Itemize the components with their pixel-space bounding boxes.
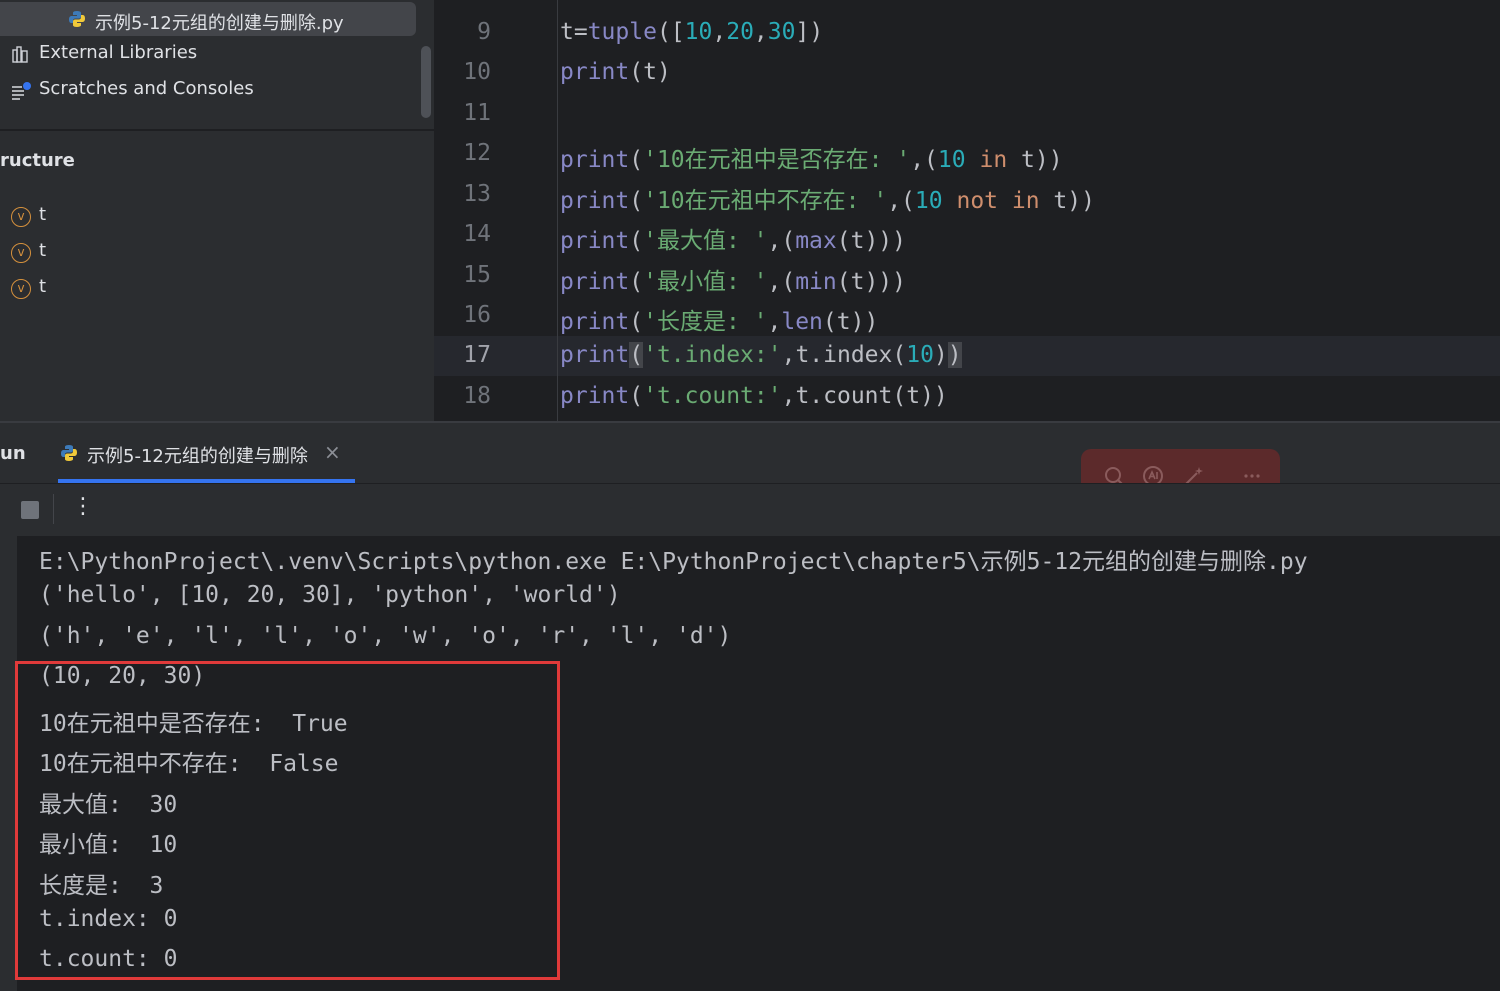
toolbar-divider <box>53 494 54 524</box>
code-line[interactable]: 10 print(t) <box>434 53 1500 93</box>
console-line: E:\PythonProject\.venv\Scripts\python.ex… <box>39 549 1308 575</box>
more-options-icon[interactable]: ⋮ <box>72 494 94 519</box>
project-scrollbar[interactable] <box>421 46 431 118</box>
code-line[interactable]: 16 print('长度是: ',len(t)) <box>434 296 1500 336</box>
line-number: 13 <box>463 181 491 207</box>
highlight-box <box>15 661 560 980</box>
code-text: print(t) <box>560 59 671 85</box>
python-file-icon <box>69 11 85 27</box>
line-number: 11 <box>463 100 491 126</box>
code-text: print('最小值: ',(min(t))) <box>560 269 906 295</box>
scratches-icon <box>12 82 31 100</box>
code-line[interactable]: 14 print('最大值: ',(max(t))) <box>434 215 1500 255</box>
structure-item-label: t <box>39 204 47 225</box>
structure-title: ructure <box>0 150 75 171</box>
library-icon <box>12 46 28 63</box>
line-number: 18 <box>463 383 491 409</box>
run-toolbar: ⋮ <box>0 483 1500 536</box>
variable-icon: v <box>11 207 31 227</box>
line-number: 12 <box>463 140 491 166</box>
tree-item-label: Scratches and Consoles <box>39 78 254 99</box>
variable-icon: v <box>11 279 31 299</box>
panel-divider <box>0 129 434 131</box>
file-name: 示例5-12元组的创建与删除.py <box>95 13 344 34</box>
code-line[interactable]: 18 print('t.count:',t.count(t)) <box>434 377 1500 417</box>
structure-item-label: t <box>39 276 47 297</box>
project-panel: 示例5-12元组的创建与删除.py External Libraries Scr… <box>0 0 434 421</box>
line-number: 10 <box>463 59 491 85</box>
project-file-item[interactable]: 示例5-12元组的创建与删除.py <box>0 2 416 36</box>
run-panel-title: un <box>0 443 26 464</box>
code-line[interactable]: 12 print('10在元祖中是否存在: ',(10 in t)) <box>434 134 1500 174</box>
code-text: print('最大值: ',(max(t))) <box>560 228 906 254</box>
code-line[interactable]: 11 <box>434 94 1500 134</box>
code-text: print('10在元祖中不存在: ',(10 not in t)) <box>560 188 1095 214</box>
code-line-current[interactable]: 17 print('t.index:',t.index(10)) <box>434 336 1500 376</box>
line-number: 14 <box>463 221 491 247</box>
run-tab-label: 示例5-12元组的创建与删除 <box>87 446 308 467</box>
code-text: print('10在元祖中是否存在: ',(10 in t)) <box>560 147 1063 173</box>
code-line[interactable]: 15 print('最小值: ',(min(t))) <box>434 256 1500 296</box>
run-tab[interactable]: 示例5-12元组的创建与删除 × <box>58 423 355 483</box>
code-editor[interactable]: 9 t=tuple([10,20,30]) 10 print(t) 11 12 … <box>434 0 1500 421</box>
close-icon[interactable]: × <box>324 440 341 464</box>
code-text: print('t.count:',t.count(t)) <box>560 383 948 409</box>
code-text: print('长度是: ',len(t)) <box>560 309 879 335</box>
code-line[interactable]: 13 print('10在元祖中不存在: ',(10 not in t)) <box>434 175 1500 215</box>
line-number: 9 <box>477 19 491 45</box>
code-text: print('t.index:',t.index(10)) <box>560 342 962 368</box>
variable-icon: v <box>11 243 31 263</box>
indent-guide <box>557 0 558 421</box>
code-line[interactable]: 9 t=tuple([10,20,30]) <box>434 13 1500 53</box>
tree-item-label: External Libraries <box>39 42 198 63</box>
code-text: t=tuple([10,20,30]) <box>560 19 824 45</box>
line-number: 17 <box>463 342 491 368</box>
line-number: 16 <box>463 302 491 328</box>
stop-button[interactable] <box>21 501 39 519</box>
structure-item-label: t <box>39 240 47 261</box>
console-line: ('h', 'e', 'l', 'l', 'o', 'w', 'o', 'r',… <box>39 623 732 649</box>
console-line: ('hello', [10, 20, 30], 'python', 'world… <box>39 582 621 608</box>
line-number: 15 <box>463 262 491 288</box>
python-file-icon <box>61 445 77 461</box>
